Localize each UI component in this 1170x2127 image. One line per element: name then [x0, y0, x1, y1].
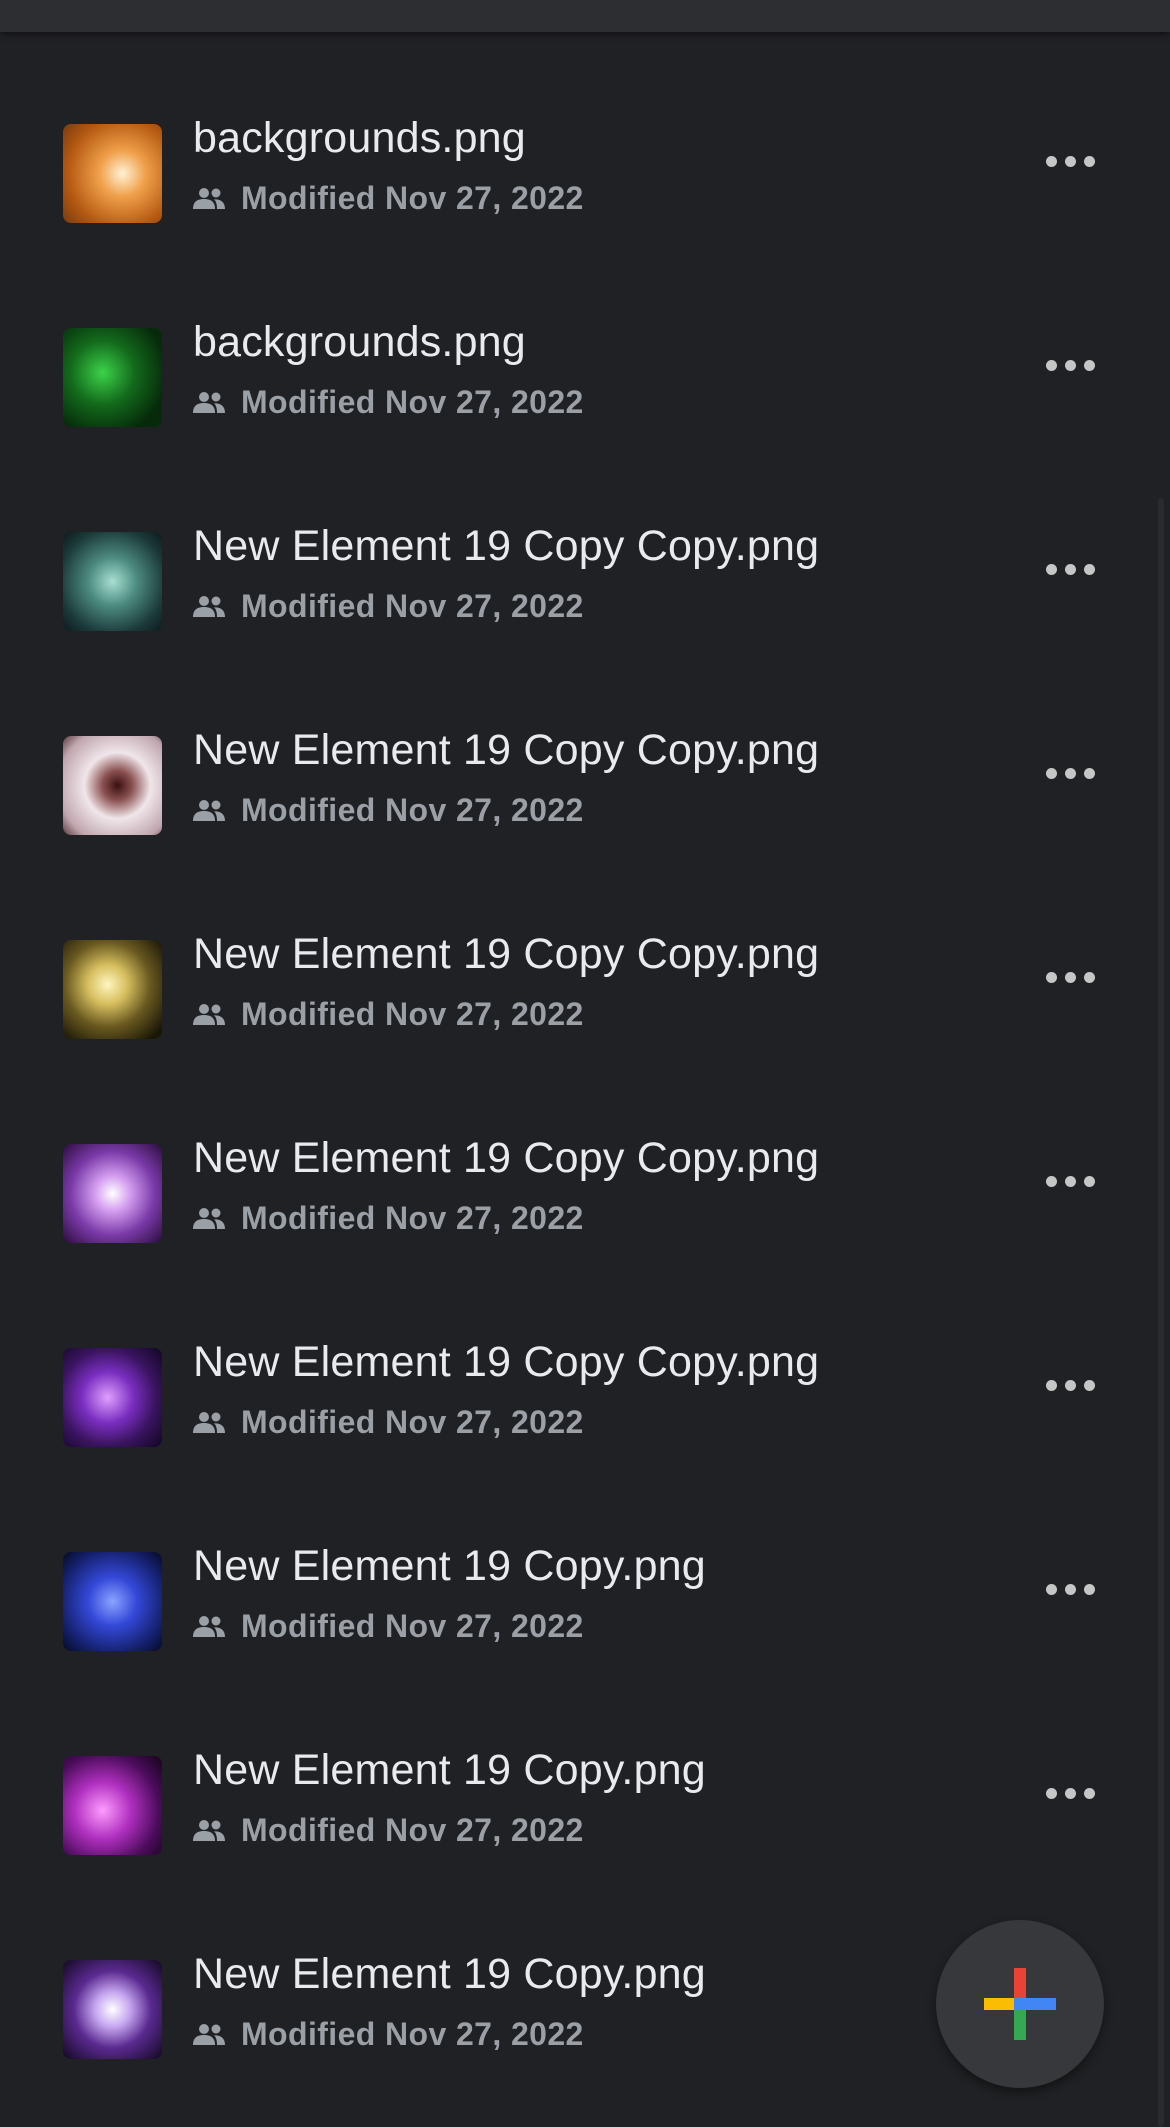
more-horizontal-icon: [1045, 1379, 1095, 1391]
more-horizontal-icon: [1045, 155, 1095, 167]
file-row[interactable]: New Element 19 Copy Copy.png Modified No…: [0, 1081, 1170, 1285]
more-options-button[interactable]: [1036, 549, 1104, 589]
file-meta: Modified Nov 27, 2022: [193, 382, 584, 422]
file-meta: Modified Nov 27, 2022: [193, 1606, 584, 1646]
file-name: New Element 19 Copy.png: [193, 1746, 706, 1794]
file-thumbnail: [63, 1960, 162, 2059]
file-name: New Element 19 Copy Copy.png: [193, 726, 820, 774]
file-row[interactable]: backgrounds.png Modified Nov 27, 2022: [0, 61, 1170, 265]
modified-date: Modified Nov 27, 2022: [241, 179, 584, 216]
file-name: New Element 19 Copy Copy.png: [193, 1338, 820, 1386]
file-row[interactable]: New Element 19 Copy.png Modified Nov 27,…: [0, 1693, 1170, 1897]
people-icon: [193, 188, 225, 209]
file-thumbnail: [63, 532, 162, 631]
people-icon: [193, 2024, 225, 2045]
more-horizontal-icon: [1045, 359, 1095, 371]
more-options-button[interactable]: [1036, 1773, 1104, 1813]
file-thumbnail: [63, 124, 162, 223]
file-name: New Element 19 Copy.png: [193, 1542, 706, 1590]
file-row[interactable]: New Element 19 Copy Copy.png Modified No…: [0, 1285, 1170, 1489]
file-name: New Element 19 Copy Copy.png: [193, 522, 820, 570]
new-button[interactable]: [936, 1920, 1104, 2088]
modified-date: Modified Nov 27, 2022: [241, 995, 584, 1032]
file-name: New Element 19 Copy Copy.png: [193, 930, 820, 978]
modified-date: Modified Nov 27, 2022: [241, 383, 584, 420]
file-row[interactable]: backgrounds.png Modified Nov 27, 2022: [0, 265, 1170, 469]
file-meta: Modified Nov 27, 2022: [193, 790, 584, 830]
scrollbar[interactable]: [1158, 498, 1164, 2127]
people-icon: [193, 596, 225, 617]
file-name: backgrounds.png: [193, 114, 526, 162]
file-meta: Modified Nov 27, 2022: [193, 1810, 584, 1850]
top-app-bar: [0, 0, 1170, 32]
modified-date: Modified Nov 27, 2022: [241, 1811, 584, 1848]
modified-date: Modified Nov 27, 2022: [241, 587, 584, 624]
people-icon: [193, 1616, 225, 1637]
modified-date: Modified Nov 27, 2022: [241, 1403, 584, 1440]
file-thumbnail: [63, 1144, 162, 1243]
modified-date: Modified Nov 27, 2022: [241, 1199, 584, 1236]
people-icon: [193, 392, 225, 413]
more-horizontal-icon: [1045, 971, 1095, 983]
file-row[interactable]: New Element 19 Copy Copy.png Modified No…: [0, 469, 1170, 673]
more-options-button[interactable]: [1036, 1365, 1104, 1405]
file-meta: Modified Nov 27, 2022: [193, 1198, 584, 1238]
more-horizontal-icon: [1045, 767, 1095, 779]
modified-date: Modified Nov 27, 2022: [241, 1607, 584, 1644]
file-row[interactable]: New Element 19 Copy Copy.png Modified No…: [0, 877, 1170, 1081]
file-thumbnail: [63, 328, 162, 427]
file-meta: Modified Nov 27, 2022: [193, 2014, 584, 2054]
more-options-button[interactable]: [1036, 1569, 1104, 1609]
plus-icon: [984, 1968, 1056, 2040]
file-name: New Element 19 Copy.png: [193, 1950, 706, 1998]
file-meta: Modified Nov 27, 2022: [193, 178, 584, 218]
people-icon: [193, 1004, 225, 1025]
file-thumbnail: [63, 736, 162, 835]
more-options-button[interactable]: [1036, 957, 1104, 997]
more-options-button[interactable]: [1036, 345, 1104, 385]
more-horizontal-icon: [1045, 1787, 1095, 1799]
file-name: New Element 19 Copy Copy.png: [193, 1134, 820, 1182]
more-horizontal-icon: [1045, 563, 1095, 575]
people-icon: [193, 1208, 225, 1229]
file-meta: Modified Nov 27, 2022: [193, 1402, 584, 1442]
modified-date: Modified Nov 27, 2022: [241, 2015, 584, 2052]
more-options-button[interactable]: [1036, 1161, 1104, 1201]
more-horizontal-icon: [1045, 1175, 1095, 1187]
people-icon: [193, 1820, 225, 1841]
file-thumbnail: [63, 1552, 162, 1651]
drive-file-list-screen: backgrounds.png Modified Nov 27, 2022 ba…: [0, 0, 1170, 2127]
more-horizontal-icon: [1045, 1583, 1095, 1595]
more-options-button[interactable]: [1036, 753, 1104, 793]
file-meta: Modified Nov 27, 2022: [193, 994, 584, 1034]
file-row[interactable]: New Element 19 Copy.png Modified Nov 27,…: [0, 1489, 1170, 1693]
file-thumbnail: [63, 940, 162, 1039]
people-icon: [193, 1412, 225, 1433]
modified-date: Modified Nov 27, 2022: [241, 791, 584, 828]
file-thumbnail: [63, 1756, 162, 1855]
file-thumbnail: [63, 1348, 162, 1447]
file-name: backgrounds.png: [193, 318, 526, 366]
file-row[interactable]: New Element 19 Copy Copy.png Modified No…: [0, 673, 1170, 877]
file-list: backgrounds.png Modified Nov 27, 2022 ba…: [0, 0, 1170, 2101]
file-meta: Modified Nov 27, 2022: [193, 586, 584, 626]
people-icon: [193, 800, 225, 821]
more-options-button[interactable]: [1036, 141, 1104, 181]
